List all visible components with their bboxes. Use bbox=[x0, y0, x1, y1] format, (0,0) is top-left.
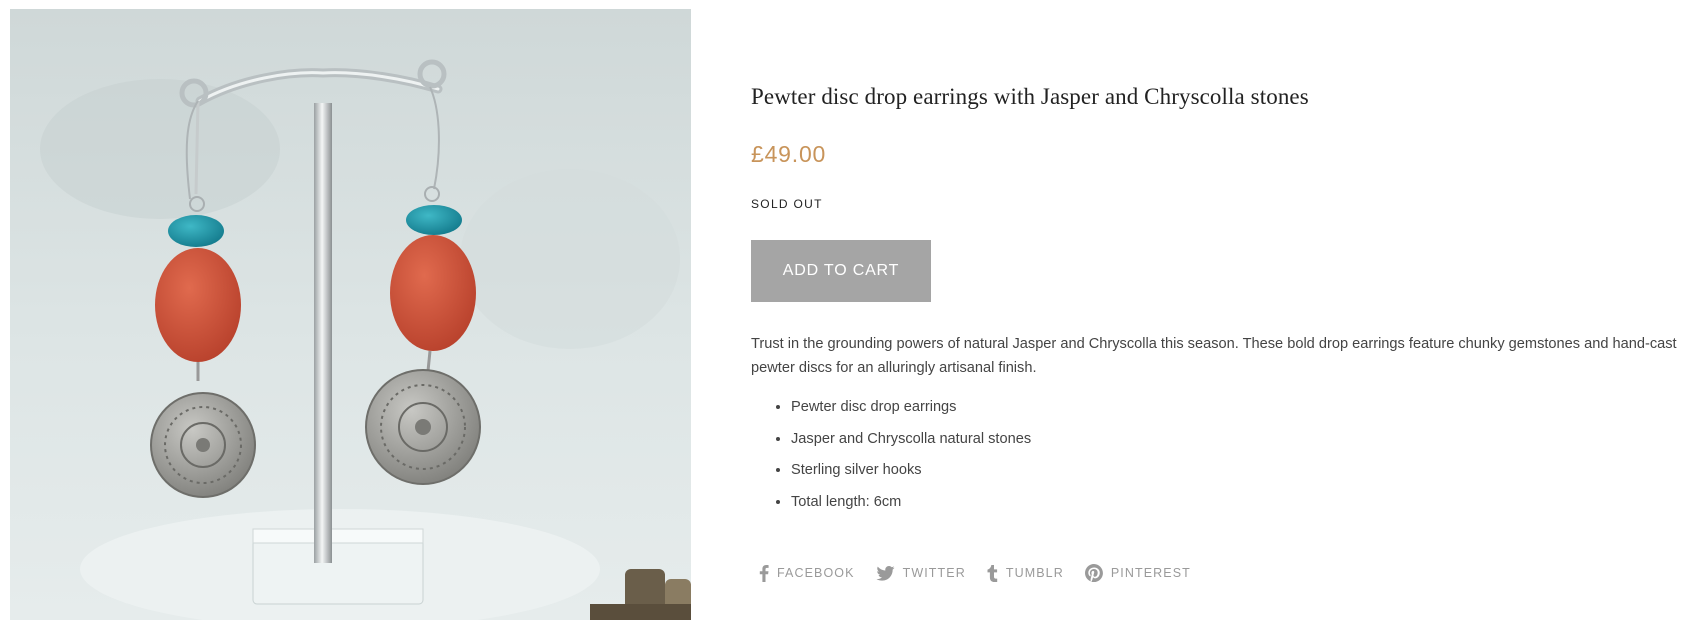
twitter-icon bbox=[876, 565, 895, 581]
facebook-icon bbox=[759, 564, 769, 582]
share-facebook-link[interactable]: FACEBOOK bbox=[759, 564, 855, 582]
product-title: Pewter disc drop earrings with Jasper an… bbox=[751, 84, 1309, 109]
share-twitter-link[interactable]: TWITTER bbox=[876, 565, 966, 581]
list-item: Jasper and Chryscolla natural stones bbox=[791, 427, 1031, 459]
product-image[interactable] bbox=[10, 9, 691, 620]
add-to-cart-button[interactable]: ADD TO CART bbox=[751, 240, 931, 302]
share-tumblr-link[interactable]: TUMBLR bbox=[987, 564, 1064, 582]
pinterest-icon bbox=[1084, 564, 1103, 582]
share-label: PINTEREST bbox=[1110, 566, 1191, 580]
product-description: Trust in the grounding powers of natural… bbox=[751, 336, 1677, 376]
share-label: FACEBOOK bbox=[777, 566, 855, 580]
list-item: Pewter disc drop earrings bbox=[791, 395, 1031, 427]
list-item: Total length: 6cm bbox=[791, 490, 1031, 522]
product-price: £49.00 bbox=[751, 141, 827, 167]
tumblr-icon bbox=[987, 564, 998, 582]
list-item: Sterling silver hooks bbox=[791, 458, 1031, 490]
share-bar: FACEBOOK TWITTER TUMBLR PINTEREST bbox=[759, 564, 1212, 582]
share-pinterest-link[interactable]: PINTEREST bbox=[1084, 564, 1191, 582]
share-label: TWITTER bbox=[902, 566, 966, 580]
share-label: TUMBLR bbox=[1005, 566, 1064, 580]
availability-status: SOLD OUT bbox=[751, 197, 823, 211]
feature-list: Pewter disc drop earrings Jasper and Chr… bbox=[751, 395, 1031, 522]
